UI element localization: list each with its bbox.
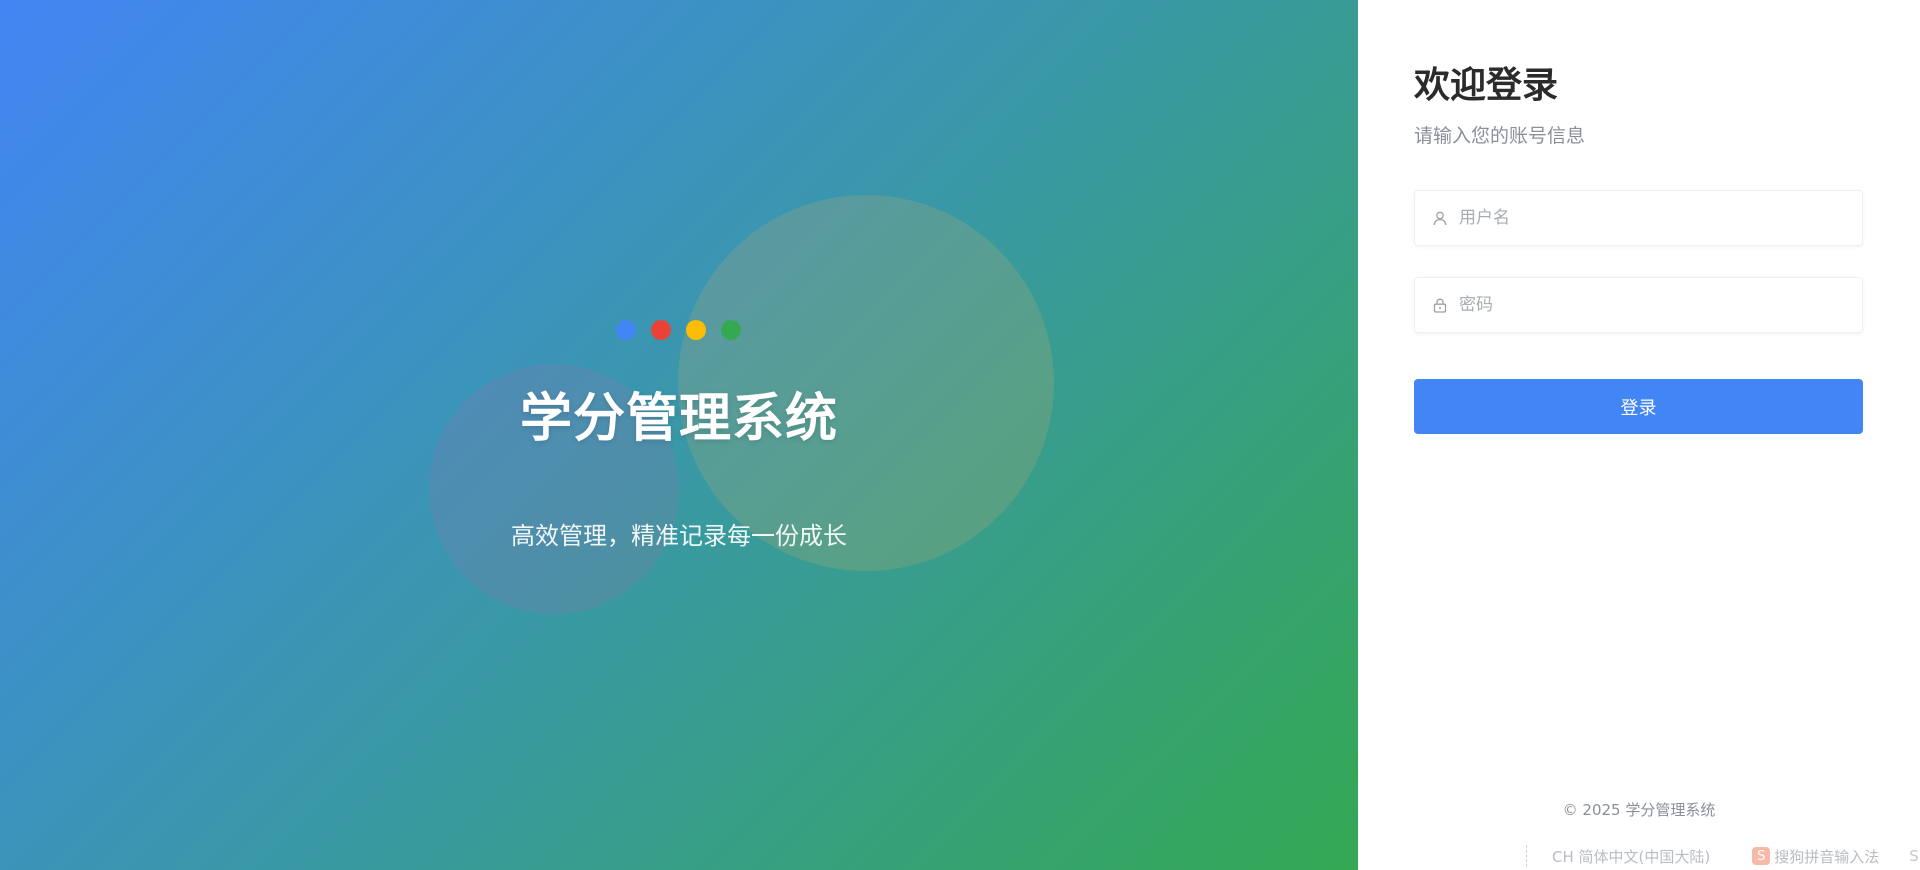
copyright-footer: © 2025 学分管理系统: [1562, 801, 1716, 819]
ime-separator: [1526, 845, 1528, 867]
ime-language[interactable]: CH 简体中文(中国大陆): [1552, 846, 1710, 867]
login-heading: 欢迎登录: [1414, 65, 1559, 106]
brand-dot-blue: [616, 320, 636, 340]
brand-dot-green: [721, 320, 741, 340]
hero-title: 学分管理系统: [519, 389, 838, 449]
ime-toolbar: CH 简体中文(中国大陆) S 搜狗拼音输入法 S: [1526, 842, 1920, 870]
brand-dot-red: [651, 320, 671, 340]
password-field[interactable]: [1414, 277, 1863, 333]
ime-name[interactable]: 搜狗拼音输入法: [1774, 846, 1879, 867]
brand-dot-yellow: [686, 320, 706, 340]
user-icon: [1431, 209, 1449, 227]
password-input[interactable]: [1459, 278, 1862, 332]
sogou-logo-icon: S: [1752, 847, 1771, 865]
login-page: 学分管理系统 高效管理，精准记录每一份成长 欢迎登录 请输入您的账号信息 用户名…: [0, 0, 1920, 870]
hero-subtitle: 高效管理，精准记录每一份成长: [511, 522, 847, 550]
login-panel: 欢迎登录 请输入您的账号信息 登录 © 2025 学分管理系统: [1358, 0, 1920, 870]
hero-panel: 学分管理系统 高效管理，精准记录每一份成长: [0, 0, 1358, 870]
login-button[interactable]: 登录: [1414, 379, 1863, 434]
username-field[interactable]: [1414, 190, 1863, 246]
ime-extra-icon: S: [1909, 847, 1919, 865]
username-input[interactable]: [1459, 191, 1862, 245]
brand-dots: [616, 320, 741, 340]
login-hint: 请输入您的账号信息: [1414, 125, 1586, 147]
lock-icon: [1431, 296, 1449, 314]
